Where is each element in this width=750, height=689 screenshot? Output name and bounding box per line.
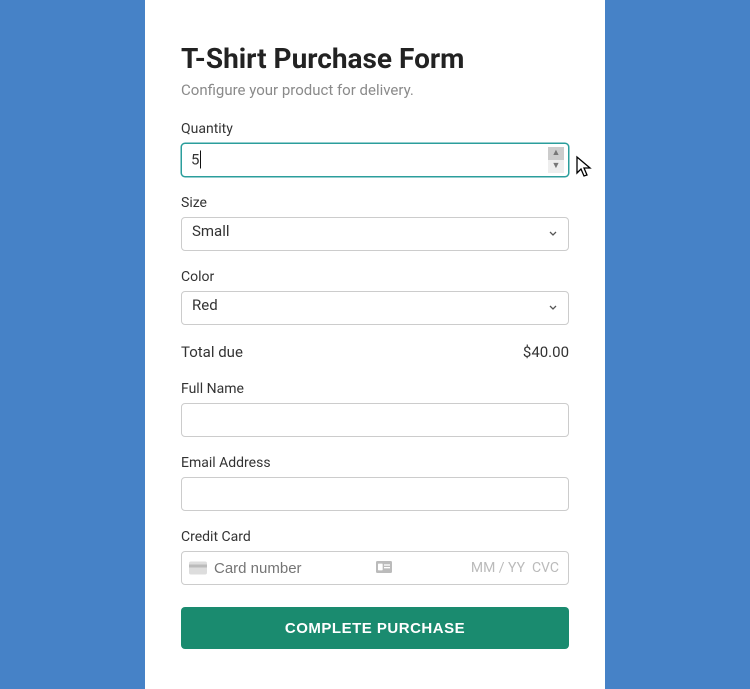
email-input[interactable] — [181, 477, 569, 511]
card-icon — [189, 562, 207, 575]
quantity-step-up[interactable]: ▲ — [548, 147, 564, 160]
size-label: Size — [181, 195, 569, 211]
credit-card-field: Credit Card MM / YY CVC — [181, 529, 569, 585]
credit-card-label: Credit Card — [181, 529, 569, 545]
quantity-label: Quantity — [181, 121, 569, 137]
complete-purchase-button[interactable]: COMPLETE PURCHASE — [181, 607, 569, 649]
color-field: Color Red — [181, 269, 569, 325]
quantity-step-down[interactable]: ▼ — [548, 160, 564, 173]
purchase-form-card: T-Shirt Purchase Form Configure your pro… — [145, 0, 605, 689]
email-label: Email Address — [181, 455, 569, 471]
quantity-input[interactable] — [181, 143, 569, 177]
email-field: Email Address — [181, 455, 569, 511]
color-select[interactable]: Red — [181, 291, 569, 325]
page-subtitle: Configure your product for delivery. — [181, 81, 569, 99]
total-row: Total due $40.00 — [181, 343, 569, 361]
full-name-input[interactable] — [181, 403, 569, 437]
size-select[interactable]: Small — [181, 217, 569, 251]
total-label: Total due — [181, 343, 243, 361]
quantity-field: Quantity 5 ▲ ▼ — [181, 121, 569, 177]
page-title: T-Shirt Purchase Form — [181, 42, 569, 75]
size-field: Size Small — [181, 195, 569, 251]
id-card-icon — [376, 559, 392, 577]
quantity-spinner: ▲ ▼ — [548, 147, 564, 173]
cc-extra-placeholders: MM / YY CVC — [471, 560, 559, 576]
full-name-field: Full Name — [181, 381, 569, 437]
full-name-label: Full Name — [181, 381, 569, 397]
total-value: $40.00 — [523, 343, 569, 361]
color-label: Color — [181, 269, 569, 285]
quantity-input-wrap: 5 ▲ ▼ — [181, 143, 569, 177]
